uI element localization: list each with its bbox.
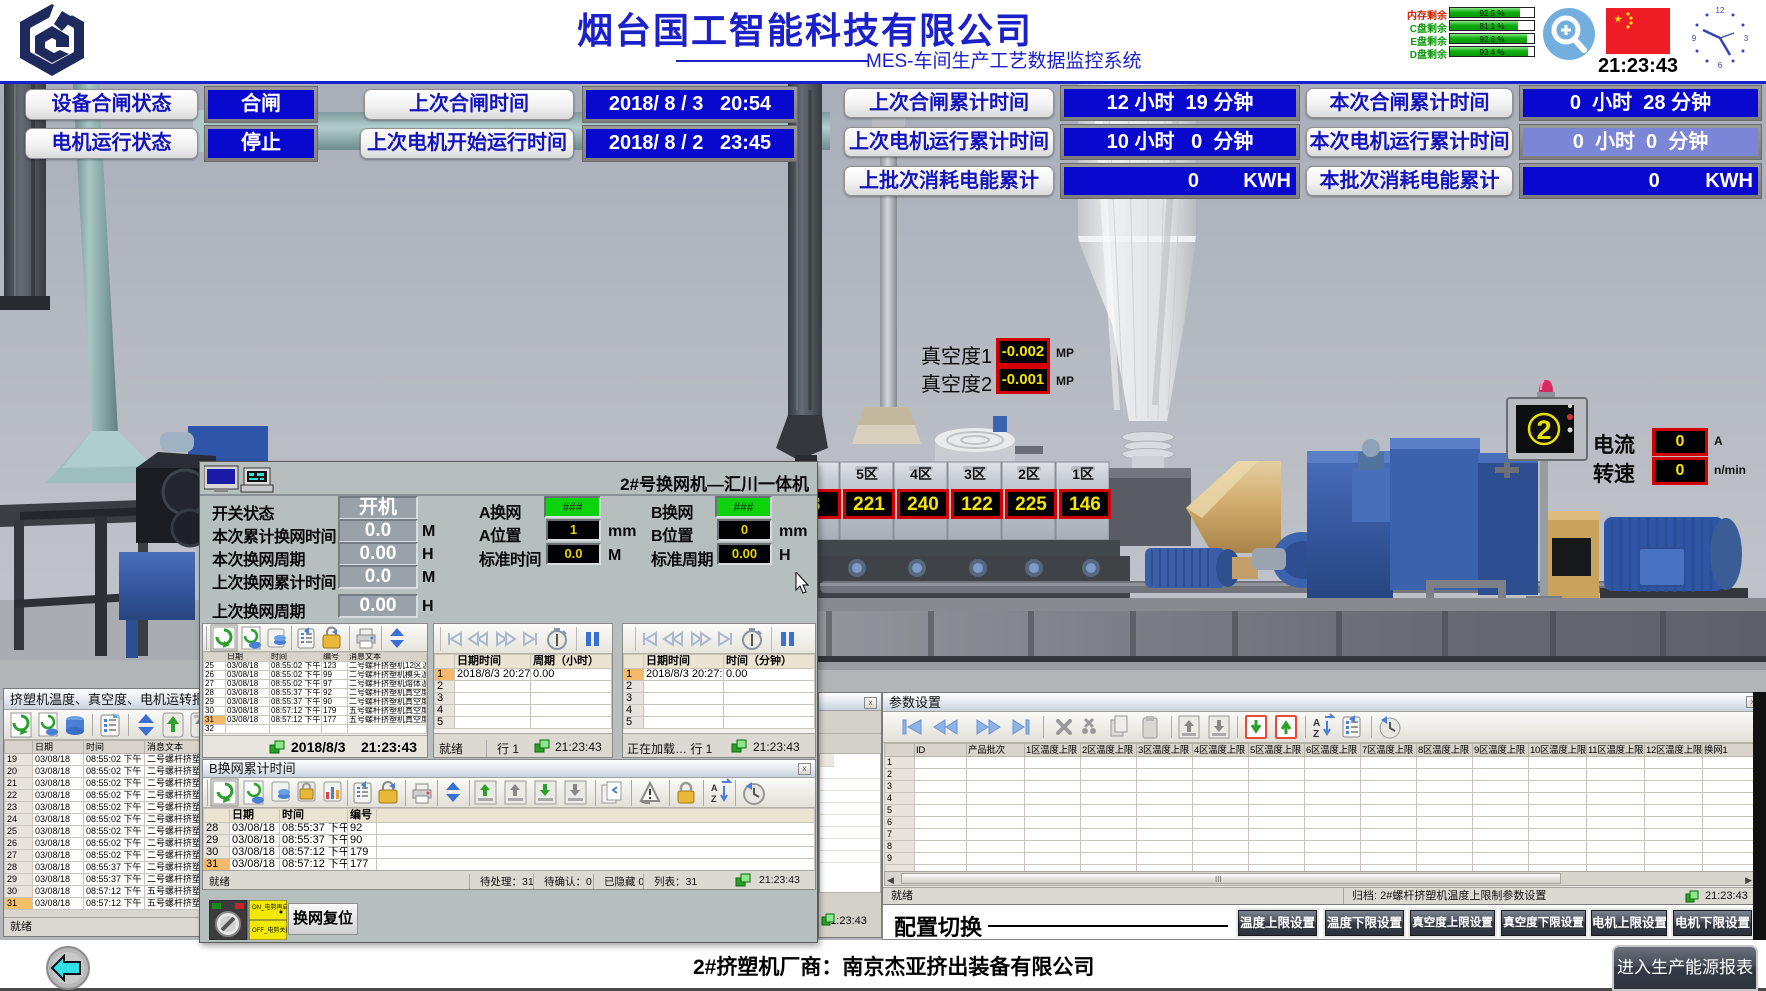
svg-text:Z: Z — [711, 794, 717, 804]
svg-text:Z: Z — [1313, 729, 1319, 740]
svg-text:3: 3 — [1744, 34, 1749, 43]
svg-text:OFF_电剪关闭: OFF_电剪关闭 — [252, 926, 287, 934]
svg-text:A: A — [711, 783, 718, 793]
svg-text:12: 12 — [1716, 6, 1725, 15]
svg-text:A: A — [1313, 718, 1320, 729]
svg-text:6: 6 — [1718, 61, 1723, 70]
svg-text:9: 9 — [1692, 34, 1697, 43]
svg-text:ON_电剪再启: ON_电剪再启 — [252, 903, 287, 911]
svg-text:2: 2 — [1536, 415, 1551, 445]
